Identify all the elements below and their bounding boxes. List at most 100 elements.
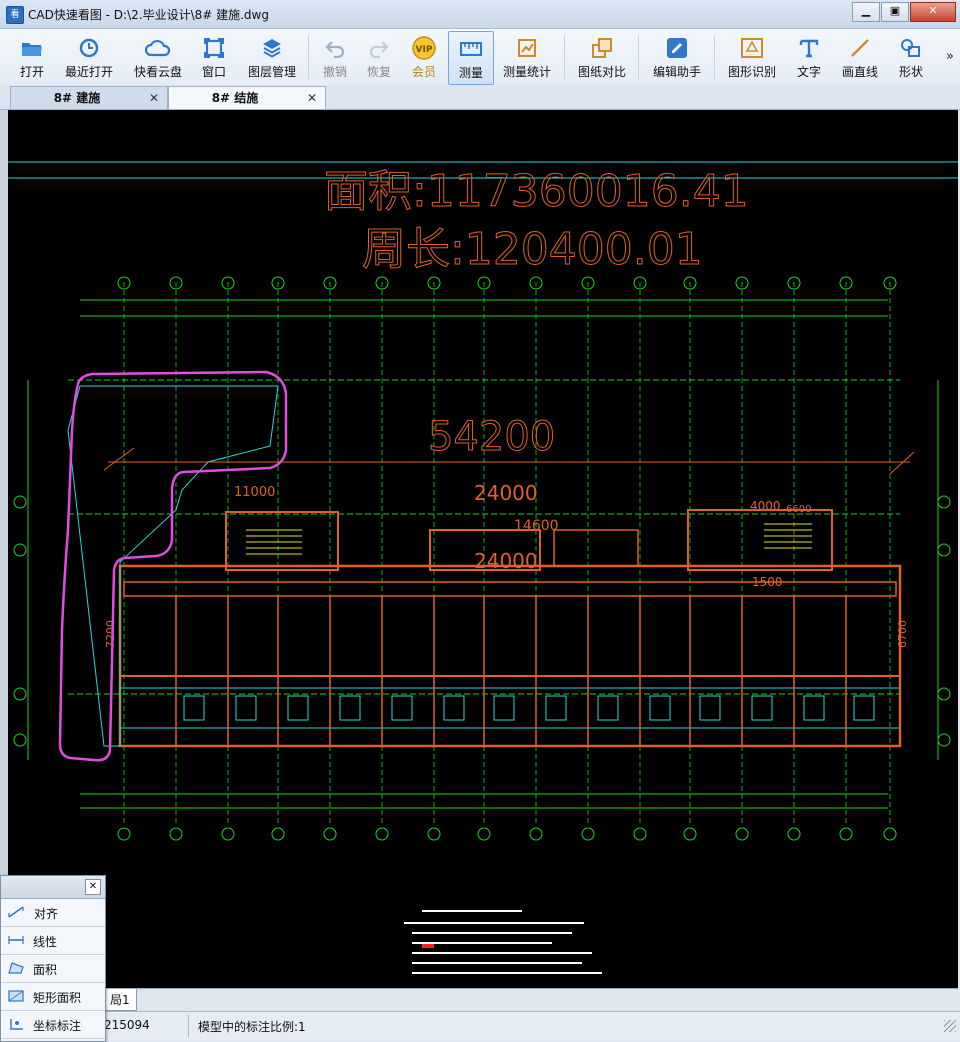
dimension-24000-top: 24000	[474, 481, 538, 505]
toolbar-separator	[564, 35, 565, 79]
measure-ruler-icon	[449, 36, 493, 62]
open-button[interactable]: 打开	[10, 31, 54, 83]
linear-label: 线性	[33, 935, 58, 949]
window-button[interactable]: 窗口	[196, 31, 232, 83]
rect-area-label: 矩形面积	[33, 991, 82, 1005]
document-tabs: 8# 建施 ✕ 8# 结施 ✕	[0, 85, 960, 110]
measure-rect-area-item[interactable]: 矩形面积	[1, 983, 105, 1011]
layer-manager-label: 图层管理	[247, 65, 296, 79]
coordinate-readout: 215094	[104, 1018, 150, 1032]
tab-title: 8# 建施	[53, 91, 101, 105]
measure-align-item[interactable]: 对齐	[1, 899, 105, 927]
coordinate-icon	[7, 1017, 25, 1031]
toolbar-separator	[714, 35, 715, 79]
toolbar-separator	[638, 35, 639, 79]
tab-8-jianshi[interactable]: 8# 建施 ✕	[10, 86, 168, 109]
tab-close-icon[interactable]: ✕	[149, 87, 159, 109]
measure-coordinate-item[interactable]: 坐标标注	[1, 1011, 105, 1039]
window-icon	[196, 35, 232, 61]
measure-stats-icon	[500, 35, 554, 61]
compare-button[interactable]: 图纸对比	[574, 31, 630, 83]
vip-button[interactable]: VIP 会员	[406, 31, 442, 83]
panel-header[interactable]: ✕	[1, 876, 105, 899]
tab-title: 8# 结施	[211, 91, 259, 105]
building-outline	[118, 564, 902, 748]
align-label: 对齐	[34, 907, 59, 921]
axis-bubbles-top	[117, 276, 897, 290]
total-length-dimension: 54200	[428, 414, 555, 460]
stair-tower-right	[687, 509, 833, 571]
align-measure-icon	[7, 905, 25, 919]
area-measure-icon	[7, 961, 25, 975]
line-tool-button[interactable]: 画直线	[838, 31, 882, 83]
tab-8-jieshi[interactable]: 8# 结施 ✕	[168, 86, 326, 109]
dimension-tick	[889, 451, 915, 475]
measure-button[interactable]: 测量	[448, 31, 494, 85]
measure-tools-panel: ✕ 对齐 线性 面积 矩形面积 坐标标注	[0, 875, 106, 1042]
area-label: 面积	[33, 963, 58, 977]
text-tool-button[interactable]: 文字	[792, 31, 826, 83]
layout-tab[interactable]: 局1	[103, 989, 137, 1011]
main-toolbar: 打开 最近打开 快看云盘 窗口 图层管理 撤销 恢复 VIP 会员 测量 测量统…	[0, 29, 960, 86]
window-controls: ▁ ▣ ✕	[851, 2, 956, 22]
stair-tower-left	[225, 511, 339, 571]
redo-icon	[362, 35, 396, 61]
layer-manager-button[interactable]: 图层管理	[244, 31, 300, 83]
panel-close-icon[interactable]: ✕	[85, 879, 101, 895]
measure-linear-item[interactable]: 线性	[1, 927, 105, 955]
resize-grip-icon[interactable]	[944, 1020, 956, 1032]
title-bar: 看 CAD快速看图 - D:\2.毕业设计\8# 建施.dwg ▁ ▣ ✕	[0, 0, 960, 29]
cad-app-icon: 看	[6, 6, 24, 24]
stair-treads-left	[246, 529, 302, 555]
legend-red-swatch	[422, 944, 434, 948]
cloud-label: 快看云盘	[133, 65, 182, 79]
perimeter-result-text: 周长:120400.01	[362, 224, 703, 275]
measure-stats-button[interactable]: 测量统计	[500, 31, 554, 83]
edit-assistant-icon	[648, 35, 706, 61]
cad-drawing: 面积:117360016.41 周长:120400.01 54200 24000…	[8, 161, 958, 974]
restore-button[interactable]: ▣	[881, 2, 909, 22]
axis-bubbles-side	[13, 495, 951, 747]
vip-label: 会员	[411, 65, 436, 79]
shape-tool-label: 形状	[898, 65, 923, 79]
line-tool-label: 画直线	[841, 65, 878, 79]
shape-tool-button[interactable]: 形状	[894, 31, 928, 83]
dimension-11000: 11000	[234, 485, 275, 500]
dimension-tick	[103, 447, 135, 471]
status-bar: 215094 模型中的标注比例:1	[0, 1011, 960, 1041]
cloud-button[interactable]: 快看云盘	[128, 31, 188, 83]
redo-label: 恢复	[366, 65, 391, 79]
undo-button[interactable]: 撤销	[318, 31, 352, 83]
area-result-text: 面积:117360016.41	[324, 166, 749, 217]
drawing-canvas[interactable]: 面积:117360016.41 周长:120400.01 54200 24000…	[8, 110, 958, 988]
dimension-14600: 14600	[514, 518, 559, 534]
shape-recognize-button[interactable]: 图形识别	[724, 31, 780, 83]
rect-area-icon	[7, 989, 25, 1003]
text-tool-icon	[792, 35, 826, 61]
window-label: 窗口	[201, 65, 226, 79]
toolbar-more-button[interactable]: »	[946, 49, 954, 64]
tab-close-icon[interactable]: ✕	[307, 87, 317, 109]
stair-treads-right	[764, 523, 812, 549]
bathroom-fixtures	[183, 695, 875, 721]
coordinate-label: 坐标标注	[33, 1019, 82, 1033]
status-divider	[188, 1015, 189, 1037]
layers-icon	[244, 35, 300, 61]
svg-text:VIP: VIP	[416, 45, 433, 55]
left-edge	[0, 110, 8, 988]
compare-icon	[574, 35, 630, 61]
undo-label: 撤销	[322, 65, 347, 79]
recent-button[interactable]: 最近打开	[60, 31, 118, 83]
shape-recognize-icon	[724, 35, 780, 61]
recent-label: 最近打开	[64, 65, 113, 79]
close-button[interactable]: ✕	[910, 2, 956, 22]
redo-button[interactable]: 恢复	[362, 31, 396, 83]
folder-open-icon	[10, 35, 54, 61]
cloud-icon	[128, 35, 188, 61]
edit-assistant-button[interactable]: 编辑助手	[648, 31, 706, 83]
dimension-6700: 6700	[896, 620, 909, 648]
minimize-button[interactable]: ▁	[852, 2, 880, 22]
measure-area-item[interactable]: 面积	[1, 955, 105, 983]
window-title: CAD快速看图 - D:\2.毕业设计\8# 建施.dwg	[28, 8, 269, 22]
linear-measure-icon	[7, 933, 25, 947]
